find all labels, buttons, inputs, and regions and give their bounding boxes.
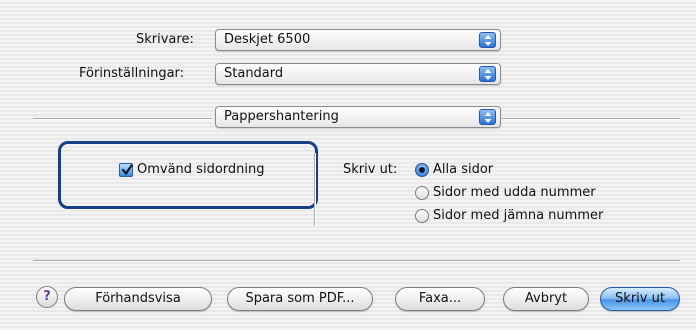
popup-arrows-icon [479,32,496,48]
fax-button[interactable]: Faxa... [395,287,485,311]
printer-select[interactable]: Deskjet 6500 [215,29,501,51]
popup-arrows-icon [479,109,496,125]
cancel-button[interactable]: Avbryt [503,287,589,311]
presets-select-value: Standard [224,66,284,81]
radio-even-pages[interactable] [415,209,429,223]
radio-odd-pages-label: Sidor med udda nummer [433,185,596,200]
reverse-order-checkbox[interactable] [119,163,133,177]
presets-label: Förinställningar: [79,66,185,81]
radio-all-pages[interactable] [415,163,429,177]
print-pages-label: Skriv ut: [343,162,398,177]
printer-select-value: Deskjet 6500 [224,32,311,47]
print-button[interactable]: Skriv ut [600,287,680,311]
panel-select[interactable]: Pappershantering [215,106,501,128]
radio-all-pages-label: Alla sidor [433,162,494,177]
vertical-divider [314,153,316,226]
bottom-separator [33,260,680,262]
reverse-order-label: Omvänd sidordning [137,162,265,177]
radio-even-pages-label: Sidor med jämna nummer [433,208,604,223]
save-as-pdf-button[interactable]: Spara som PDF... [227,287,373,311]
printer-label: Skrivare: [136,32,194,47]
presets-select[interactable]: Standard [215,63,501,85]
help-button[interactable]: ? [36,286,58,308]
panel-select-value: Pappershantering [224,109,339,124]
popup-arrows-icon [479,66,496,82]
panel-separator-left [33,118,212,120]
panel-separator-right [502,118,680,120]
preview-button[interactable]: Förhandsvisa [64,287,212,311]
checkmark-icon [121,164,133,176]
radio-odd-pages[interactable] [415,186,429,200]
